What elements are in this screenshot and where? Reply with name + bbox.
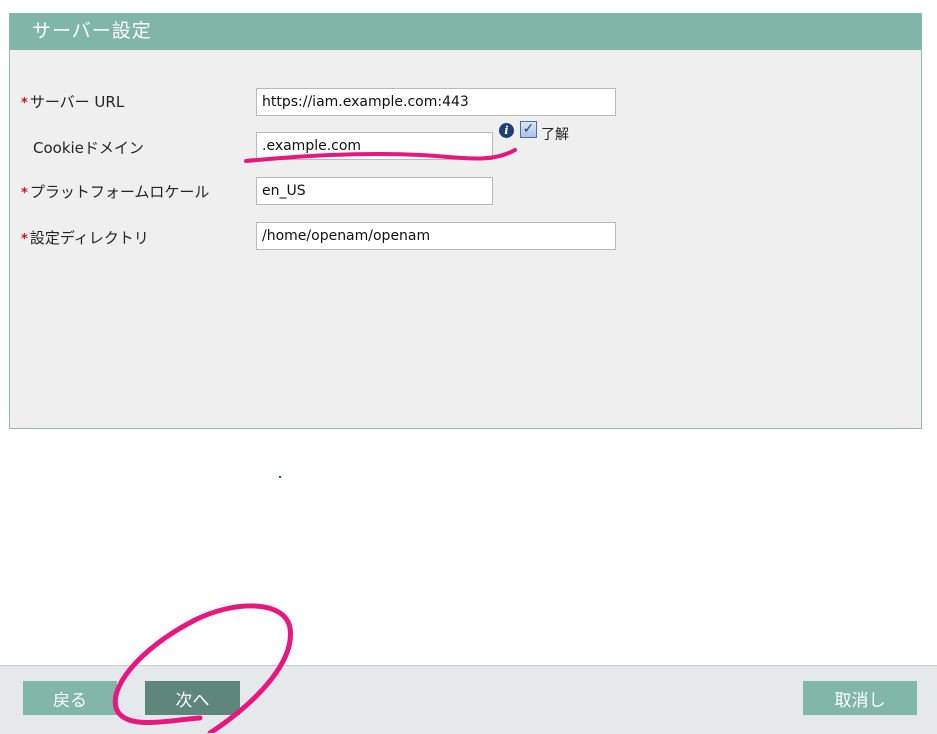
acknowledge-label: 了解 (541, 127, 569, 143)
platform-locale-input[interactable] (256, 177, 493, 205)
config-directory-label: * 設定ディレクトリ (21, 229, 149, 247)
server-url-input[interactable] (256, 88, 616, 116)
server-url-label: * サーバー URL (21, 93, 125, 111)
panel-title: サーバー設定 (10, 13, 921, 50)
cookie-domain-label: Cookieドメイン (33, 139, 144, 157)
acknowledge-checkbox[interactable]: ✓ (520, 121, 537, 138)
stray-dot (279, 476, 281, 478)
back-button[interactable]: 戻る (23, 681, 117, 715)
config-directory-input[interactable] (256, 222, 616, 250)
cookie-domain-input[interactable] (256, 132, 493, 160)
footer-bar (0, 665, 937, 734)
next-button[interactable]: 次へ (145, 681, 240, 715)
info-icon[interactable]: i (499, 123, 514, 138)
platform-locale-label: * プラットフォームロケール (21, 183, 210, 201)
cancel-button[interactable]: 取消し (803, 681, 917, 715)
server-settings-panel: サーバー設定 (9, 13, 922, 429)
required-marker: * (21, 96, 28, 111)
